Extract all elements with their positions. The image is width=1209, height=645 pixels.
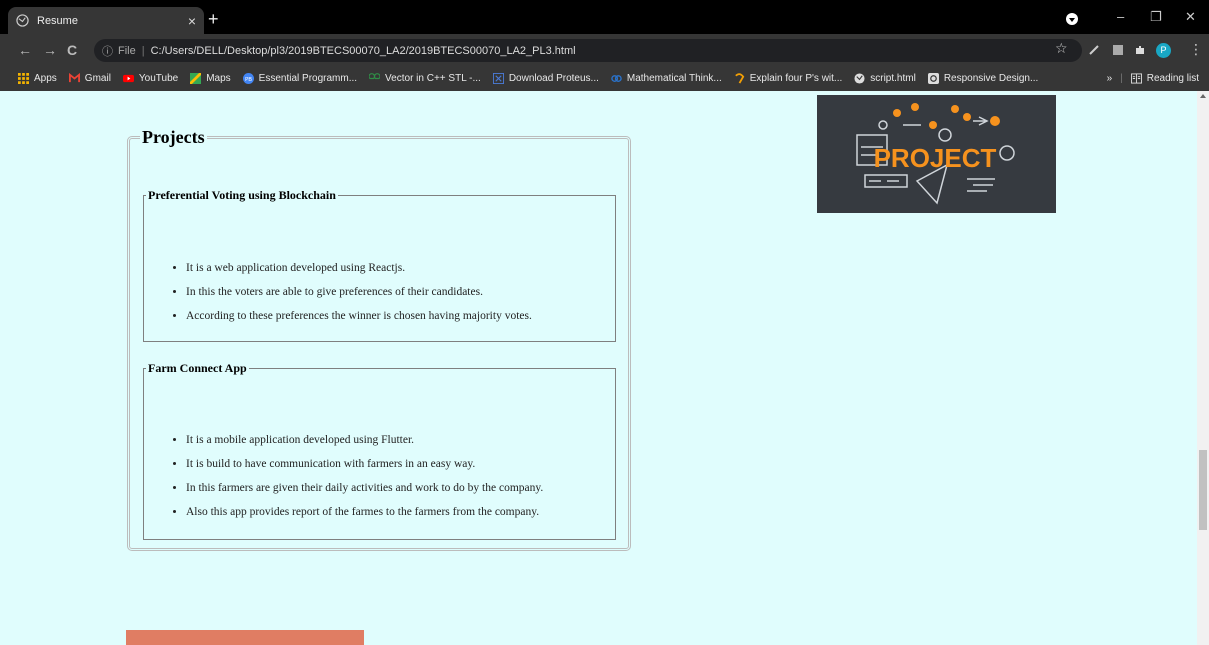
project-title: Farm Connect App: [148, 361, 247, 375]
project-points: It is a mobile application developed usi…: [174, 433, 543, 529]
scroll-up-icon[interactable]: [1200, 94, 1206, 98]
bookmark-vector-cpp[interactable]: Vector in C++ STL -...: [369, 73, 481, 84]
bookmark-maps[interactable]: Maps: [190, 73, 231, 84]
list-item: It is a mobile application developed usi…: [186, 433, 543, 457]
tab-strip: Resume × + – ❐ ✕: [0, 0, 1209, 34]
project-card: Preferential Voting using Blockchain It …: [143, 188, 616, 342]
bookmark-label: Gmail: [84, 73, 111, 84]
url-separator: |: [141, 44, 145, 57]
bookmark-explain-four-ps[interactable]: Explain four P's wit...: [734, 73, 843, 84]
bookmark-responsive-design[interactable]: Responsive Design...: [927, 73, 1039, 84]
bookmark-label: YouTube: [138, 73, 179, 84]
bookmark-label: Vector in C++ STL -...: [385, 73, 481, 84]
bookmark-mathematical-thinking[interactable]: Mathematical Think...: [611, 73, 722, 84]
bookmark-label: Mathematical Think...: [626, 73, 722, 84]
svg-text:PB: PB: [245, 77, 252, 83]
project-illustration: PROJECT: [817, 95, 1056, 213]
address-bar[interactable]: ⓘ File | C:/Users/DELL/Desktop/pl3/2019B…: [94, 39, 1082, 62]
bookmark-label: Essential Programm...: [258, 73, 358, 84]
pb-icon: PB: [242, 73, 254, 84]
bookmarks-right: » | Reading list: [1107, 66, 1199, 91]
pen-extension-icon[interactable]: [1088, 44, 1100, 56]
project-title: Preferential Voting using Blockchain: [148, 188, 336, 202]
url-protocol: File: [118, 44, 136, 57]
project-image-text: PROJECT: [874, 143, 997, 173]
coursera-icon: [611, 75, 622, 82]
quora-icon: [734, 73, 745, 84]
bookmark-label: Download Proteus...: [508, 73, 599, 84]
reload-icon[interactable]: C: [67, 42, 77, 58]
bookmark-star-icon[interactable]: ☆: [1055, 40, 1068, 57]
tab-resume[interactable]: Resume ×: [8, 7, 204, 34]
new-tab-button[interactable]: +: [208, 10, 219, 28]
x-icon: [492, 73, 504, 84]
list-item: In this farmers are given their daily ac…: [186, 481, 543, 505]
next-section-block: [126, 630, 364, 645]
avatar[interactable]: P: [1156, 43, 1171, 58]
maps-icon: [190, 73, 202, 84]
tab-title: Resume: [37, 14, 78, 27]
bookmarks-separator: |: [1120, 73, 1123, 84]
bookmarks-overflow-button[interactable]: »: [1107, 73, 1113, 84]
bookmark-label: Maps: [206, 73, 231, 84]
project-illustration-graphic: PROJECT: [856, 103, 1015, 205]
bookmark-label: script.html: [870, 73, 916, 84]
page-content: Projects Preferential Voting using Block…: [0, 91, 1197, 645]
globe-icon: [854, 73, 865, 84]
reading-list-icon: [1130, 73, 1142, 84]
gfg-icon: [369, 73, 381, 80]
project-card: Farm Connect App It is a mobile applicat…: [143, 361, 616, 540]
menu-kebab-icon[interactable]: ⋮: [1189, 41, 1203, 58]
bookmark-label: Apps: [34, 73, 57, 84]
list-item: In this the voters are able to give pref…: [186, 285, 532, 309]
globe-icon: [16, 14, 29, 27]
responsive-icon: [927, 73, 939, 84]
close-window-icon[interactable]: ✕: [1185, 9, 1196, 25]
extension-square-icon[interactable]: [1112, 44, 1124, 56]
minimize-icon[interactable]: –: [1117, 9, 1124, 24]
bookmark-label: Explain four P's wit...: [749, 73, 843, 84]
bookmark-script-html[interactable]: script.html: [854, 73, 916, 84]
info-icon[interactable]: ⓘ: [102, 43, 113, 59]
bookmark-essential-programming[interactable]: PB Essential Programm...: [242, 73, 358, 84]
project-points: It is a web application developed using …: [174, 261, 532, 333]
projects-legend: Projects: [142, 127, 205, 147]
list-item: According to these preferences the winne…: [186, 309, 532, 333]
tab-close-icon[interactable]: ×: [188, 13, 196, 29]
profile-menu-icon[interactable]: [1066, 13, 1078, 25]
browser-toolbar: ← → C ⓘ File | C:/Users/DELL/Desktop/pl3…: [0, 34, 1209, 66]
page-scrollbar[interactable]: [1197, 91, 1209, 645]
extensions-puzzle-icon[interactable]: [1134, 44, 1146, 56]
gmail-icon: [68, 73, 80, 83]
back-icon[interactable]: ←: [18, 42, 32, 58]
scrollbar-thumb[interactable]: [1199, 450, 1207, 530]
bookmark-label: Responsive Design...: [943, 73, 1039, 84]
bookmark-download-proteus[interactable]: Download Proteus...: [492, 73, 599, 84]
reading-list-button[interactable]: Reading list: [1130, 73, 1199, 84]
bookmark-gmail[interactable]: Gmail: [68, 73, 111, 84]
list-item: It is a web application developed using …: [186, 261, 532, 285]
list-item: Also this app provides report of the far…: [186, 505, 543, 529]
list-item: It is build to have communication with f…: [186, 457, 543, 481]
reading-list-label: Reading list: [1146, 73, 1199, 84]
bookmark-youtube[interactable]: YouTube: [122, 73, 179, 84]
bookmarks-bar: Apps Gmail YouTube Maps PB Essential Pro…: [0, 66, 1209, 91]
youtube-icon: [122, 74, 134, 83]
bookmark-apps[interactable]: Apps: [18, 73, 57, 84]
url-text: C:/Users/DELL/Desktop/pl3/2019BTECS00070…: [150, 44, 576, 57]
maximize-icon[interactable]: ❐: [1150, 9, 1162, 25]
apps-grid-icon: [18, 73, 29, 84]
forward-icon[interactable]: →: [43, 42, 57, 58]
